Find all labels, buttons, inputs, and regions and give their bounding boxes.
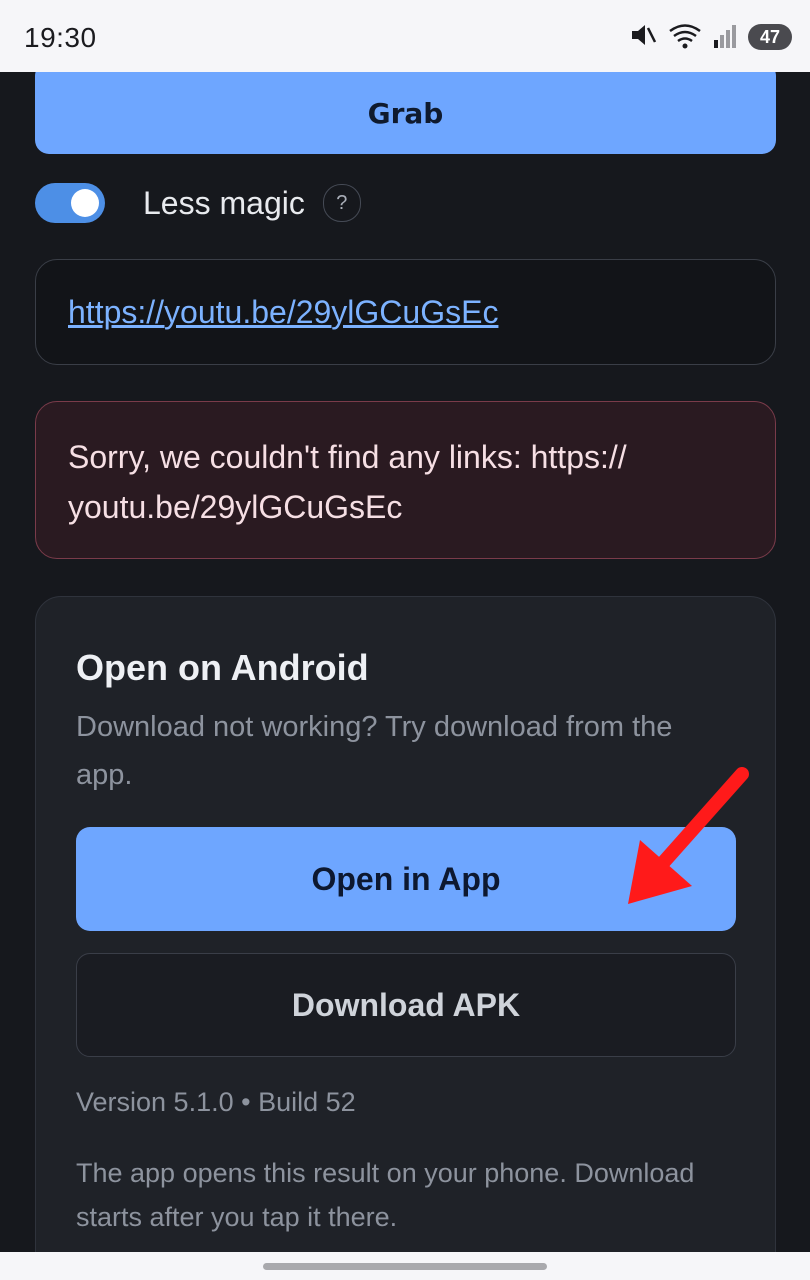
home-handle[interactable] (263, 1263, 547, 1270)
signal-icon (712, 20, 738, 55)
red-arrow-annotation (600, 752, 760, 917)
page-content: Grab Less magic ? https://youtu.be/29ylG… (0, 72, 810, 1252)
status-bar: 19:30 47 (0, 0, 810, 72)
status-icons: 47 (628, 20, 792, 54)
battery-icon: 47 (748, 24, 792, 50)
status-time: 19:30 (24, 22, 97, 53)
url-field[interactable]: https://youtu.be/29ylGCuGsEc (35, 259, 776, 365)
error-text: Sorry, we couldn't find any links: https… (68, 439, 627, 525)
help-icon[interactable]: ? (322, 184, 361, 222)
download-apk-button[interactable]: Download APK (76, 953, 736, 1057)
toggle-knob (71, 189, 99, 217)
url-link[interactable]: https://youtu.be/29ylGCuGsEc (68, 294, 498, 331)
mute-icon (628, 20, 658, 55)
less-magic-label: Less magic (143, 184, 305, 221)
less-magic-row: Less magic ? (35, 180, 361, 226)
card-title: Open on Android (76, 647, 369, 688)
card-footnote: The app opens this result on your phone.… (76, 1158, 695, 1232)
less-magic-toggle[interactable] (35, 183, 105, 223)
version-text: Version 5.1.0 • Build 52 (76, 1087, 356, 1117)
error-message: Sorry, we couldn't find any links: https… (35, 401, 776, 559)
open-on-android-card: Open on Android Download not working? Tr… (35, 596, 776, 1252)
navigation-bar (0, 1252, 810, 1280)
wifi-icon (668, 20, 702, 55)
grab-button[interactable]: Grab (35, 72, 776, 154)
